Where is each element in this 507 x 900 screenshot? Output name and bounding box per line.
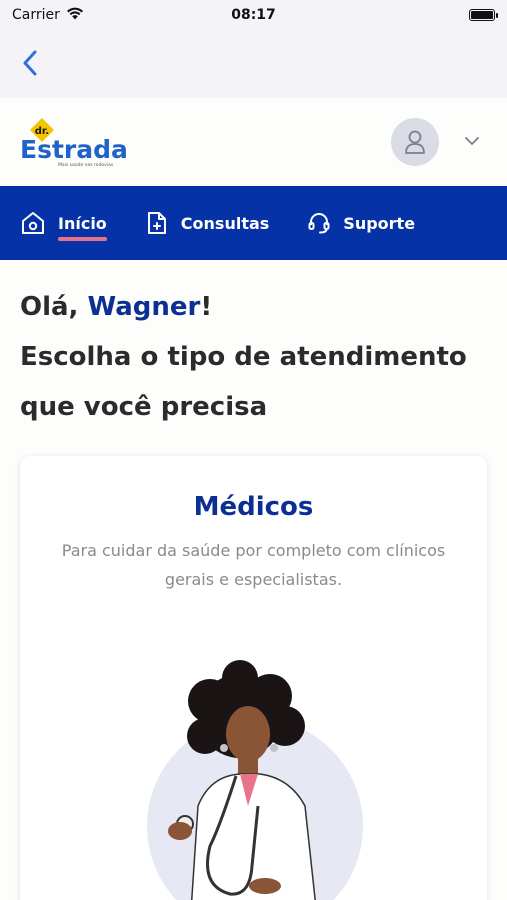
estrada-logo: dr. Estrada Mais saúde nas rodovias	[20, 118, 128, 168]
user-icon	[405, 130, 425, 154]
tab-suporte[interactable]: Suporte	[307, 211, 415, 235]
medicos-card[interactable]: Médicos Para cuidar da saúde por complet…	[20, 456, 487, 900]
status-left: Carrier	[12, 7, 84, 24]
svg-text:Estrada: Estrada	[20, 135, 126, 164]
account-menu-toggle[interactable]	[463, 132, 481, 150]
greeting-hello: Olá,	[20, 292, 88, 322]
user-avatar-button[interactable]	[391, 118, 439, 166]
greeting-heading: Olá, Wagner! Escolha o tipo de atendimen…	[20, 282, 490, 432]
tab-label: Início	[58, 213, 107, 241]
status-time: 08:17	[231, 7, 276, 23]
app-header: dr. Estrada Mais saúde nas rodovias	[0, 98, 507, 186]
card-title: Médicos	[193, 492, 314, 522]
tab-label: Suporte	[343, 213, 416, 233]
main-tab-bar: Início Consultas Suporte	[0, 186, 507, 260]
tab-inicio[interactable]: Início	[20, 210, 107, 241]
tab-label: Consultas	[180, 213, 270, 233]
wifi-icon	[66, 7, 84, 24]
greeting-line: Olá, Wagner!	[20, 282, 490, 332]
battery-icon	[469, 9, 498, 21]
chevron-left-icon	[23, 50, 37, 76]
chevron-down-icon	[465, 136, 479, 145]
status-bar: Carrier 08:17	[0, 0, 507, 30]
doctor-illustration	[140, 656, 370, 900]
service-prompt: Escolha o tipo de atendimento que você p…	[20, 342, 467, 422]
back-button[interactable]	[16, 48, 44, 78]
card-description: Para cuidar da saúde por completo com cl…	[61, 541, 446, 589]
greeting-exclaim: !	[200, 292, 213, 322]
svg-text:Mais saúde nas rodovias: Mais saúde nas rodovias	[58, 161, 114, 168]
headset-icon	[308, 213, 330, 234]
home-icon	[22, 212, 44, 234]
tab-consultas[interactable]: Consultas	[145, 210, 270, 236]
user-name: Wagner	[87, 292, 201, 322]
carrier-label: Carrier	[12, 7, 60, 23]
calendar-icon	[147, 212, 166, 234]
navigation-bar	[0, 30, 507, 98]
